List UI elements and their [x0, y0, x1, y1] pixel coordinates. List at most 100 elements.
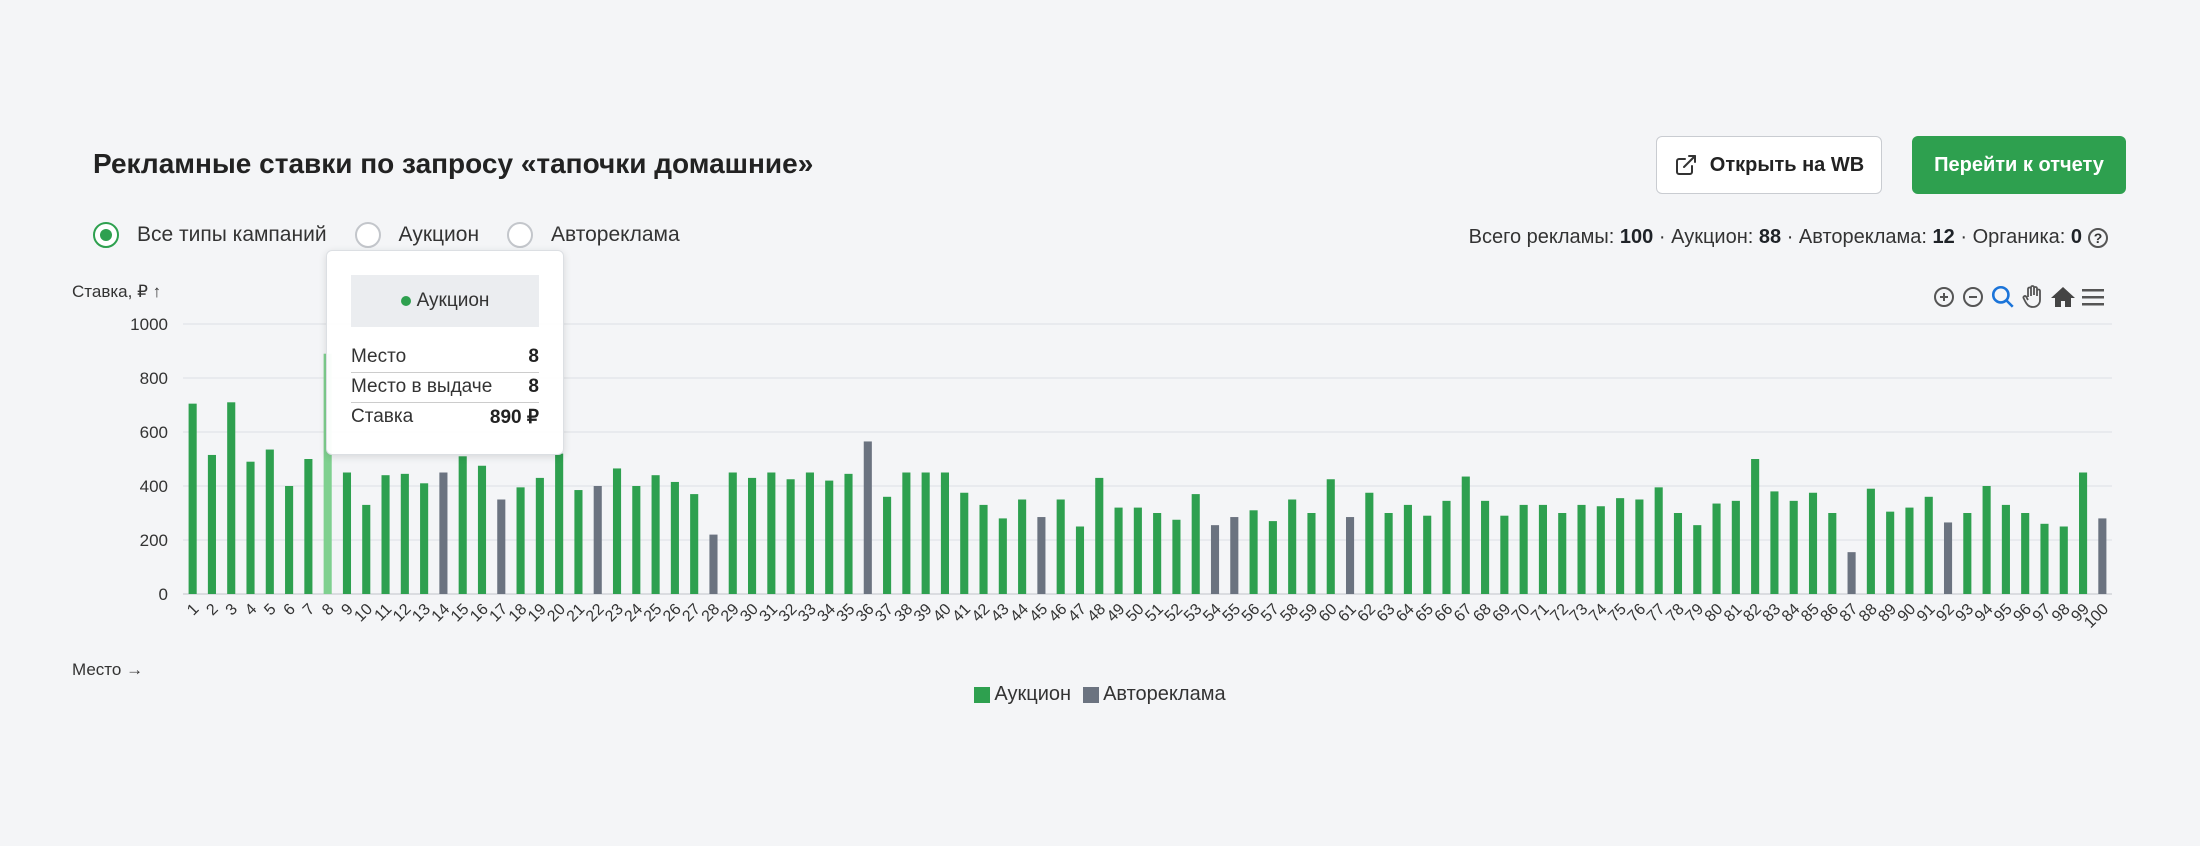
bar[interactable]: [767, 472, 776, 595]
bar[interactable]: [670, 481, 679, 594]
bar[interactable]: [227, 402, 236, 594]
bar[interactable]: [1808, 492, 1818, 594]
bar[interactable]: [1924, 496, 1933, 594]
bar[interactable]: [2098, 518, 2107, 594]
bar[interactable]: [1345, 517, 1355, 594]
bar[interactable]: [458, 456, 467, 594]
bar[interactable]: [960, 492, 969, 594]
bar[interactable]: [535, 477, 544, 594]
bar[interactable]: [1673, 513, 1683, 594]
bar[interactable]: [1442, 500, 1451, 594]
bar[interactable]: [651, 475, 660, 594]
bar[interactable]: [979, 504, 988, 594]
bar[interactable]: [1886, 511, 1895, 594]
bar[interactable]: [2040, 523, 2049, 594]
bar[interactable]: [207, 454, 216, 594]
bar[interactable]: [998, 518, 1007, 594]
bar[interactable]: [1037, 517, 1046, 594]
bar[interactable]: [1905, 507, 1914, 594]
bar[interactable]: [1114, 507, 1123, 594]
bar[interactable]: [921, 472, 930, 595]
bar[interactable]: [400, 473, 409, 594]
bar[interactable]: [1500, 515, 1509, 594]
bar[interactable]: [1731, 500, 1740, 594]
bar[interactable]: [188, 403, 197, 594]
bar[interactable]: [1403, 504, 1412, 594]
bar[interactable]: [1538, 504, 1547, 594]
bar[interactable]: [1172, 519, 1181, 594]
bar[interactable]: [805, 472, 814, 595]
bar[interactable]: [1558, 513, 1567, 594]
bar[interactable]: [883, 496, 892, 594]
bar[interactable]: [1982, 486, 1991, 594]
bar[interactable]: [420, 483, 429, 594]
bar[interactable]: [516, 487, 525, 594]
bar[interactable]: [1384, 513, 1393, 594]
bar[interactable]: [1365, 492, 1374, 594]
legend-item-auto[interactable]: Автореклама: [1083, 683, 1226, 706]
bar[interactable]: [612, 468, 622, 594]
bar[interactable]: [1249, 510, 1258, 594]
bar[interactable]: [1963, 513, 1972, 594]
bar[interactable]: [1596, 506, 1605, 594]
bar[interactable]: [1018, 499, 1027, 595]
bar[interactable]: [439, 472, 448, 595]
bar[interactable]: [728, 472, 737, 595]
bar[interactable]: [1712, 503, 1721, 594]
bar[interactable]: [362, 504, 371, 594]
bar[interactable]: [1423, 515, 1432, 594]
bar[interactable]: [555, 453, 564, 594]
bar[interactable]: [940, 472, 950, 595]
bar[interactable]: [632, 486, 641, 594]
bar[interactable]: [1056, 499, 1065, 595]
bar[interactable]: [1307, 513, 1316, 594]
bar[interactable]: [2021, 513, 2030, 594]
bar[interactable]: [1616, 498, 1625, 594]
bar[interactable]: [497, 499, 506, 595]
bar[interactable]: [1288, 499, 1297, 595]
bar[interactable]: [1075, 526, 1085, 595]
bar[interactable]: [709, 534, 718, 594]
bar[interactable]: [1577, 504, 1586, 594]
bar[interactable]: [1519, 504, 1528, 594]
bar[interactable]: [1866, 488, 1875, 594]
bar[interactable]: [2079, 472, 2088, 595]
bar[interactable]: [2001, 504, 2010, 594]
bar[interactable]: [748, 477, 757, 594]
bar[interactable]: [844, 473, 853, 594]
bar[interactable]: [1770, 491, 1779, 594]
bar[interactable]: [1481, 500, 1490, 594]
bar[interactable]: [1268, 521, 1277, 594]
bar[interactable]: [381, 475, 390, 594]
bar[interactable]: [1133, 507, 1142, 594]
bar[interactable]: [477, 465, 487, 594]
bar[interactable]: [1230, 517, 1239, 594]
bar[interactable]: [285, 486, 294, 594]
bar[interactable]: [1635, 499, 1644, 595]
bar[interactable]: [2059, 526, 2068, 595]
bar[interactable]: [1943, 522, 1953, 594]
bar[interactable]: [1326, 479, 1335, 594]
bar[interactable]: [1789, 500, 1798, 594]
bar[interactable]: [1210, 525, 1220, 594]
bar[interactable]: [1693, 525, 1702, 594]
bar[interactable]: [574, 490, 583, 594]
bar[interactable]: [1654, 487, 1663, 594]
bar[interactable]: [863, 441, 872, 594]
bar[interactable]: [1828, 513, 1837, 594]
bar[interactable]: [1153, 513, 1162, 594]
legend-item-auction[interactable]: Аукцион: [974, 683, 1071, 706]
bar[interactable]: [342, 472, 352, 595]
bar[interactable]: [1461, 476, 1470, 594]
bar[interactable]: [825, 480, 834, 594]
bar[interactable]: [690, 494, 699, 594]
bar[interactable]: [1191, 494, 1200, 594]
bar[interactable]: [593, 486, 602, 594]
bar[interactable]: [786, 479, 795, 594]
bar[interactable]: [1751, 459, 1760, 594]
bar[interactable]: [304, 459, 313, 594]
bar[interactable]: [246, 461, 255, 594]
bar[interactable]: [1095, 477, 1104, 594]
bar[interactable]: [265, 449, 274, 594]
bar[interactable]: [902, 472, 911, 595]
